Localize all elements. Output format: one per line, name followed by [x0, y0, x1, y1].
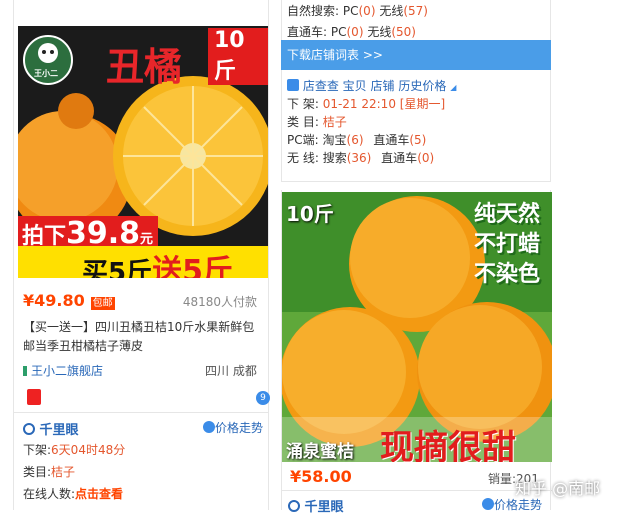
- ztc-label: 直通车:: [287, 25, 328, 39]
- price-trend-label: 价格走势: [215, 421, 264, 435]
- category-label: 类目:: [23, 465, 52, 479]
- tool-link-item[interactable]: 宝贝: [343, 79, 367, 93]
- pc-side-row: PC端: 淘宝(6) 直通车(5): [287, 131, 426, 148]
- wireless-side-label: 无 线:: [287, 151, 319, 165]
- ztc-wireless: 无线: [367, 25, 392, 39]
- qianliyan-icon: [23, 423, 35, 435]
- product-image-1[interactable]: 王小二 丑橘 10斤 拍下39.8元 买5斤送5斤: [18, 26, 268, 278]
- image-weight-tag: 10斤: [208, 28, 268, 85]
- product-card-1: 王小二 丑橘 10斤 拍下39.8元 买5斤送5斤 ¥49.80 包邮 4818…: [13, 0, 270, 510]
- ns-pc: PC: [342, 4, 359, 18]
- online-row: 在线人数:点击查看: [23, 485, 123, 502]
- offshelf-row: 下架:6天04时48分: [23, 441, 125, 458]
- card2-qianliyan-row: 千里眼: [288, 496, 344, 515]
- download-keywords-link[interactable]: 下载店铺词表 >>: [281, 40, 551, 70]
- give-text: 送5斤: [152, 254, 233, 278]
- tool-link-dianchacha[interactable]: 店查查: [303, 79, 339, 93]
- caret-icon: ◢: [450, 83, 457, 92]
- shop-name-link[interactable]: 王小二旗舰店: [31, 364, 103, 378]
- card2-price: ¥58.00: [290, 467, 352, 486]
- wl-ztc: 直通车: [381, 151, 418, 165]
- ztc-row: 直通车: PC(0) 无线(50): [287, 23, 416, 40]
- right-category-value[interactable]: 桔子: [323, 115, 347, 129]
- right-offshelf-label: 下 架:: [287, 97, 319, 111]
- image2-badge-nowax: 不打蜡: [474, 232, 541, 257]
- trend-icon: [203, 421, 215, 433]
- image2-weight: 10斤: [286, 202, 334, 226]
- buy-text: 买5斤: [82, 258, 153, 278]
- card2-qianliyan-label: 千里眼: [304, 500, 344, 515]
- product-price: ¥49.80: [23, 291, 85, 310]
- divider: [13, 412, 269, 413]
- tools-row: 店查查 宝贝 店铺 历史价格 ◢: [287, 77, 456, 94]
- shop-icon: [23, 366, 27, 376]
- ns-wireless-val[interactable]: (57): [403, 4, 428, 18]
- ns-wireless: 无线: [379, 4, 404, 18]
- right-category-row: 类 目: 桔子: [287, 113, 347, 130]
- tool-link-shop[interactable]: 店铺: [371, 79, 395, 93]
- offshelf-label: 下架:: [23, 443, 52, 457]
- image-buy-give: 买5斤送5斤: [82, 246, 233, 278]
- image-title-text: 丑橘: [106, 47, 183, 89]
- shop-row: 王小二旗舰店: [23, 362, 103, 379]
- dianchacha-icon: [287, 79, 299, 91]
- free-shipping-badge: 包邮: [90, 297, 115, 310]
- watermark: 知乎 @南邮: [515, 479, 601, 498]
- wl-ztc-val[interactable]: (0): [417, 151, 434, 165]
- card2-sales-label: 销量:: [488, 472, 517, 486]
- promo-unit: 元: [140, 232, 154, 247]
- pc-taobao: 淘宝: [322, 133, 347, 147]
- ztc-wireless-val[interactable]: (50): [391, 25, 416, 39]
- natural-search-row: 自然搜索: PC(0) 无线(57): [287, 2, 428, 19]
- pc-side-label: PC端:: [287, 133, 319, 147]
- product-image-2[interactable]: 10斤 纯天然 不打蜡 不染色 涌泉蜜桔 现摘很甜: [282, 192, 552, 462]
- promo-prefix: 拍下: [22, 224, 67, 249]
- right-offshelf-row: 下 架: 01-21 22:10 [星期一]: [287, 95, 445, 112]
- wl-search: 搜索: [322, 151, 347, 165]
- ztc-pc-val[interactable]: (0): [347, 25, 364, 39]
- category-value[interactable]: 桔子: [51, 465, 75, 479]
- product-title-link[interactable]: 【买一送一】四川丑橘丑桔10斤水果新鲜包邮当季丑柑橘桔子薄皮: [23, 318, 263, 356]
- online-label: 在线人数:: [23, 487, 76, 501]
- image2-badge-nodye: 不染色: [474, 262, 541, 287]
- offshelf-value: 6天04时48分: [51, 443, 126, 457]
- qianliyan-row: 千里眼: [23, 419, 79, 438]
- card2-trend-icon: [482, 498, 494, 510]
- tool-link-history-price[interactable]: 历史价格: [398, 79, 446, 93]
- image2-badge-natural: 纯天然: [474, 202, 541, 227]
- pc-taobao-val[interactable]: (6): [347, 133, 364, 147]
- ww-chat-icon[interactable]: 9: [256, 391, 270, 405]
- image2-slogan: 现摘很甜: [380, 430, 516, 462]
- online-view-link[interactable]: 点击查看: [75, 487, 123, 501]
- right-offshelf-value: 01-21 22:10 [星期一]: [322, 97, 446, 111]
- wl-search-val[interactable]: (36): [347, 151, 372, 165]
- card2-price-row: ¥58.00: [290, 467, 352, 486]
- image2-name: 涌泉蜜桔: [286, 442, 354, 462]
- shop-location: 四川 成都: [205, 364, 257, 378]
- card2-qianliyan-icon: [288, 500, 300, 512]
- price-row: ¥49.80 包邮: [23, 291, 115, 310]
- category-row: 类目:桔子: [23, 463, 75, 480]
- tmall-icon[interactable]: [27, 389, 41, 405]
- brand-logo-text: 王小二: [34, 69, 58, 78]
- right-category-label: 类 目:: [287, 115, 319, 129]
- payer-count: 48180人付款: [182, 295, 257, 309]
- pc-ztc-val[interactable]: (5): [409, 133, 426, 147]
- card2-divider: [282, 490, 552, 491]
- ns-pc-val[interactable]: (0): [359, 4, 376, 18]
- ztc-pc: PC: [330, 25, 347, 39]
- pc-ztc: 直通车: [373, 133, 410, 147]
- product-card-2: 10斤 纯天然 不打蜡 不染色 涌泉蜜桔 现摘很甜 ¥58.00 销量:201 …: [281, 190, 552, 515]
- qianliyan-label: 千里眼: [39, 423, 79, 438]
- natural-search-label: 自然搜索:: [287, 4, 340, 18]
- wireless-side-row: 无 线: 搜索(36) 直通车(0): [287, 149, 434, 166]
- price-trend-link[interactable]: 价格走势: [203, 419, 263, 436]
